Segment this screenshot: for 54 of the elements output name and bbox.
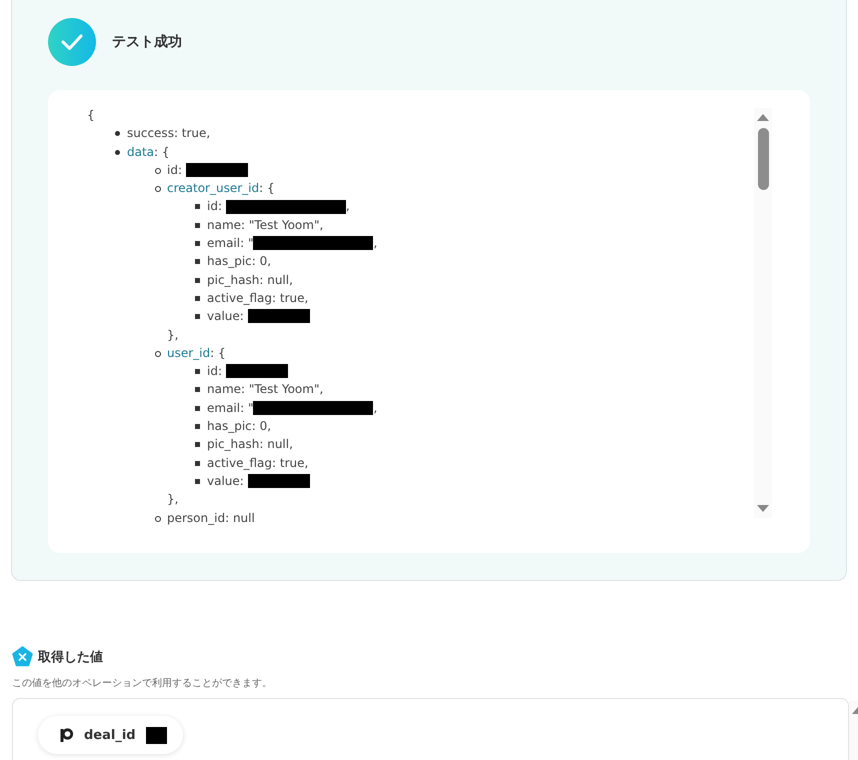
code-line: value: [207,308,245,326]
result-title: テスト成功 [112,33,182,51]
bullet-icon [195,204,200,210]
bullet-icon [155,168,161,174]
bullet-icon [115,131,120,136]
code-text: , [373,235,378,252]
bullet-icon [155,186,161,192]
code-line: id: [207,363,223,380]
bullet-icon [195,222,200,228]
code-line: pic_hash: null, [207,272,293,289]
code-line: person_id: null [167,510,255,527]
code-line: name: "Test Yoom", [207,216,324,234]
section-description: この値を他のオペレーションで利用することができます。 [12,676,273,690]
code-line: id: [207,198,223,216]
code-line: active_flag: true, [207,290,308,307]
code-line: }, [167,326,178,344]
bullet-icon [195,296,200,301]
bullet-icon [195,478,200,484]
code-text: , [346,198,350,216]
code-line: value: [207,472,245,490]
code-line: active_flag: true, [207,454,308,472]
check-icon [48,18,96,66]
bullet-icon [195,387,200,392]
variable-icon [12,646,33,667]
section-title: 取得した値 [38,648,103,666]
code-line: creator_user_id: { [167,180,275,198]
p-logo-icon [60,727,74,743]
code-line: email: " [207,400,254,417]
scrollbar[interactable] [754,108,772,518]
bullet-icon [195,406,200,411]
code-line: { [87,107,95,124]
bullet-icon [195,460,200,466]
code-line: data: { [127,144,170,161]
bullet-icon [195,442,200,448]
code-line: }, [167,491,178,508]
code-line: success: true, [127,125,210,142]
code-line: id: [167,162,183,179]
bullet-icon [155,516,161,522]
bullet-icon [195,369,200,374]
code-line: email: " [207,235,254,252]
code-line: name: "Test Yoom", [207,381,324,398]
bullet-icon [195,424,200,430]
bullet-icon [195,314,200,320]
code-line: has_pic: 0, [207,253,272,270]
code-line: user_id: { [167,344,226,362]
bullet-icon [195,278,200,283]
code-line: pic_hash: null, [207,436,293,454]
code-line: has_pic: 0, [207,418,272,436]
value-chip[interactable]: deal_id [38,716,183,754]
bullet-icon [155,350,161,357]
bullet-icon [195,241,200,246]
bullet-icon [115,150,120,155]
code-text: , [373,400,378,417]
bullet-icon [195,259,200,264]
